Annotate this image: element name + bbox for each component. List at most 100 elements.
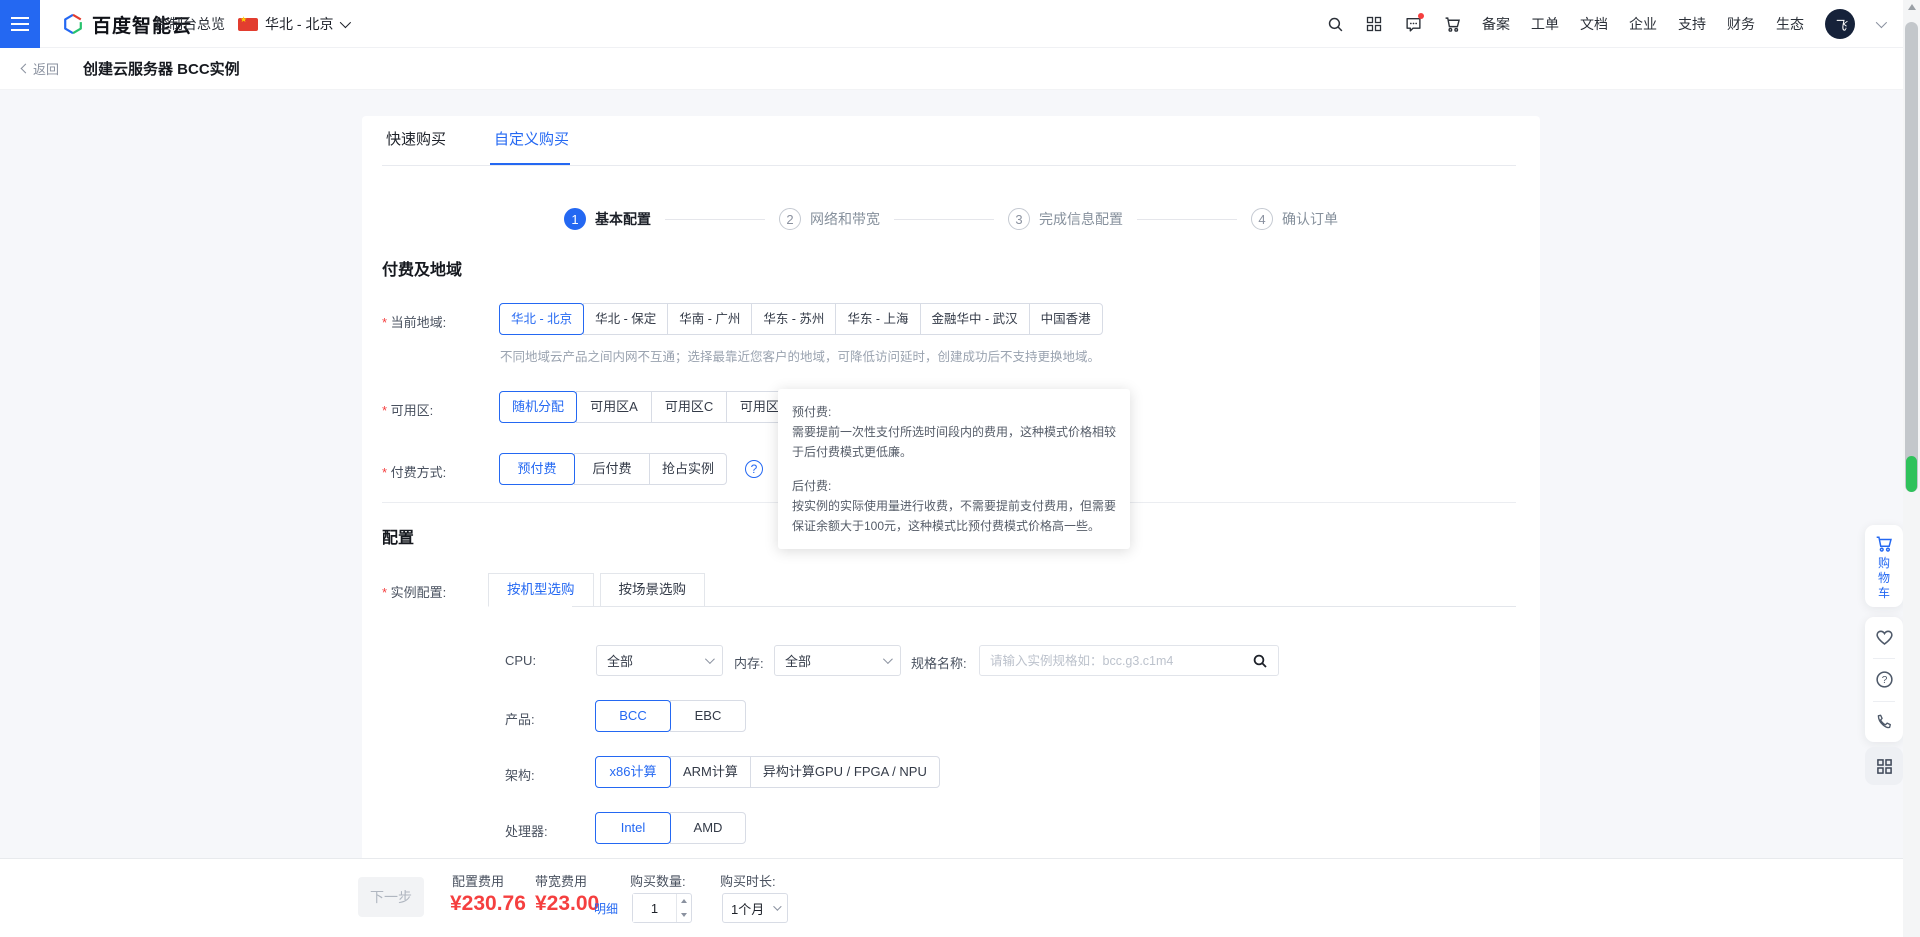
duration-select[interactable]: 1个月: [722, 893, 788, 923]
scrollbar[interactable]: [1903, 0, 1920, 937]
payment-option-button[interactable]: 后付费: [574, 453, 650, 485]
chevron-down-icon: [340, 17, 351, 28]
zone-option-button[interactable]: 可用区C: [651, 391, 727, 423]
scrollbar-thumb[interactable]: [1905, 22, 1918, 492]
config-fee-label: 配置费用: [452, 871, 504, 890]
step-item: 2 网络和带宽: [779, 208, 880, 230]
region-option-button[interactable]: 华北 - 北京: [499, 303, 584, 335]
memory-filter-value: 全部: [785, 651, 811, 670]
help-circle-icon[interactable]: ?: [1875, 670, 1894, 689]
bandwidth-fee-label: 带宽费用: [535, 871, 587, 890]
baidu-cloud-logo-icon: [62, 13, 84, 35]
user-avatar[interactable]: 飞: [1825, 9, 1855, 39]
nav-item[interactable]: 备案: [1482, 14, 1510, 34]
payment-help-tooltip: 预付费: 需要提前一次性支付所选时间段内的费用，这种模式价格相较于后付费模式更低…: [778, 389, 1130, 549]
chevron-down-icon: [705, 654, 715, 664]
step-label: 网络和带宽: [810, 209, 880, 229]
search-icon[interactable]: [1326, 15, 1344, 33]
account-chevron-down-icon[interactable]: [1876, 17, 1887, 28]
product-option-button[interactable]: BCC: [595, 700, 671, 732]
cart-icon[interactable]: [1443, 15, 1461, 33]
arch-option-button[interactable]: 异构计算GPU / FPGA / NPU: [750, 756, 940, 788]
region-option-button[interactable]: 中国香港: [1029, 303, 1103, 335]
toolbar-divider: [1873, 701, 1895, 702]
phone-support-icon[interactable]: [1875, 713, 1893, 731]
favorite-heart-icon[interactable]: [1875, 628, 1894, 647]
console-overview-link[interactable]: 控制台总览: [155, 0, 225, 48]
cpu-filter-value: 全部: [607, 651, 633, 670]
nav-item[interactable]: 文档: [1580, 14, 1608, 34]
step-label: 确认订单: [1282, 209, 1338, 229]
region-option-button[interactable]: 金融华中 - 武汉: [920, 303, 1030, 335]
payment-field-label: 付费方式:: [382, 462, 446, 481]
duration-label: 购买时长:: [720, 871, 776, 890]
scroll-up-arrow-icon[interactable]: [1908, 4, 1916, 10]
nav-item[interactable]: 支持: [1678, 14, 1706, 34]
product-field-label: 产品:: [505, 709, 535, 728]
quantity-increase-button[interactable]: [677, 894, 691, 908]
svg-text:?: ?: [1881, 676, 1887, 687]
tab-by-machine-type[interactable]: 按机型选购: [488, 573, 594, 607]
step-item: 3 完成信息配置: [1008, 208, 1123, 230]
chevron-down-icon: [773, 902, 781, 910]
quantity-stepper: [632, 893, 692, 923]
zone-field-label: 可用区:: [382, 400, 433, 419]
payment-button-group: 预付费后付费抢占实例: [500, 453, 727, 485]
quantity-input[interactable]: [633, 894, 676, 922]
region-picker[interactable]: 华北 - 北京: [238, 0, 348, 48]
payment-option-button[interactable]: 预付费: [499, 453, 575, 485]
zone-option-button[interactable]: 可用区A: [576, 391, 652, 423]
product-option-button[interactable]: EBC: [670, 700, 746, 732]
apps-grid-icon[interactable]: [1365, 15, 1383, 33]
arch-button-group: x86计算ARM计算异构计算GPU / FPGA / NPU: [596, 756, 940, 788]
tab-by-scenario[interactable]: 按场景选购: [600, 573, 706, 607]
fee-detail-link[interactable]: 明细: [594, 900, 618, 917]
nav-item[interactable]: 工单: [1531, 14, 1559, 34]
current-region-label: 华北 - 北京: [265, 14, 333, 34]
search-icon[interactable]: [1252, 653, 1268, 669]
cart-icon: [1875, 535, 1893, 553]
tab-custom-purchase[interactable]: 自定义购买: [494, 128, 569, 159]
region-option-button[interactable]: 华东 - 苏州: [751, 303, 836, 335]
cpu-brand-option-button[interactable]: AMD: [670, 812, 746, 844]
step-item: 4 确认订单: [1251, 208, 1338, 230]
payment-help-icon[interactable]: ?: [745, 460, 763, 478]
nav-item[interactable]: 企业: [1629, 14, 1657, 34]
region-option-button[interactable]: 华北 - 保定: [583, 303, 668, 335]
back-button[interactable]: 返回: [22, 59, 59, 78]
arch-option-button[interactable]: x86计算: [595, 756, 671, 788]
step-number: 1: [564, 208, 586, 230]
tooltip-prepaid-body: 需要提前一次性支付所选时间段内的费用，这种模式价格相较于后付费模式更低廉。: [792, 422, 1116, 462]
cpu-filter-label: CPU:: [505, 653, 536, 668]
cpu-brand-button-group: IntelAMD: [596, 812, 746, 844]
chevron-left-icon: [21, 64, 31, 74]
payment-option-button[interactable]: 抢占实例: [649, 453, 727, 485]
widgets-grid-button[interactable]: [1865, 747, 1903, 785]
cart-sidebar-button[interactable]: 购物车: [1865, 525, 1903, 607]
region-option-button[interactable]: 华东 - 上海: [835, 303, 920, 335]
quantity-decrease-button[interactable]: [677, 908, 691, 922]
navbar-right-group: 备案 工单 文档 企业 支持 财务 生态 飞: [1326, 0, 1884, 48]
tab-quick-purchase[interactable]: 快速购买: [386, 128, 446, 159]
next-step-button[interactable]: 下一步: [358, 877, 424, 917]
tooltip-prepaid-title: 预付费:: [792, 402, 1116, 422]
region-button-group: 华北 - 北京华北 - 保定华南 - 广州华东 - 苏州华东 - 上海金融华中 …: [500, 303, 1103, 335]
memory-filter-select[interactable]: 全部: [774, 645, 901, 676]
cpu-brand-option-button[interactable]: Intel: [595, 812, 671, 844]
arch-option-button[interactable]: ARM计算: [670, 756, 751, 788]
messages-icon[interactable]: [1404, 15, 1422, 33]
spec-name-label: 规格名称:: [911, 653, 967, 672]
tooltip-postpaid-body: 按实例的实际使用量进行收费，不需要提前支付费用，但需要保证余额大于100元，这种…: [792, 496, 1116, 536]
cpu-brand-field-label: 处理器:: [505, 821, 548, 840]
cpu-filter-select[interactable]: 全部: [596, 645, 723, 676]
hamburger-menu-icon[interactable]: [0, 0, 40, 48]
nav-item[interactable]: 生态: [1776, 14, 1804, 34]
region-option-button[interactable]: 华南 - 广州: [667, 303, 752, 335]
toolbar-divider: [1873, 658, 1895, 659]
spec-search-input[interactable]: [990, 654, 1252, 668]
zone-option-button[interactable]: 随机分配: [499, 391, 577, 423]
instance-config-field-label: 实例配置:: [382, 582, 446, 601]
step-number: 2: [779, 208, 801, 230]
scrollbar-green-marker: [1906, 456, 1917, 492]
nav-item[interactable]: 财务: [1727, 14, 1755, 34]
